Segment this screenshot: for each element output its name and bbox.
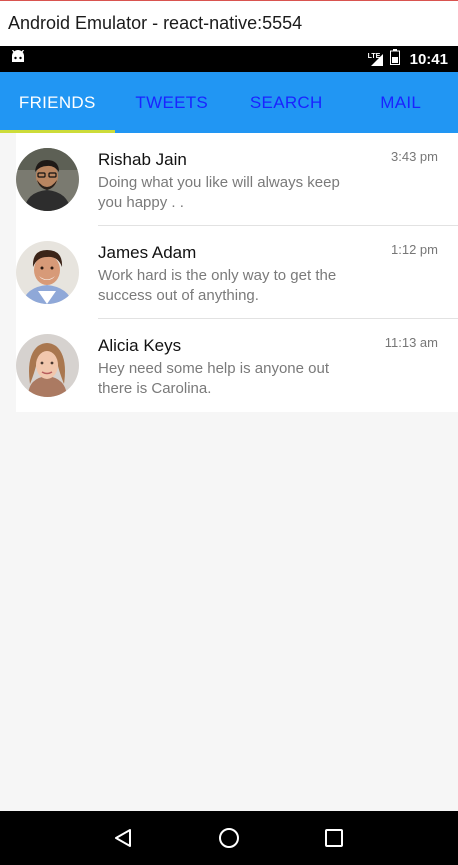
friend-name: James Adam xyxy=(98,243,197,262)
friends-content: Rishab Jain Doing what you like will alw… xyxy=(0,133,458,811)
message-time: 1:12 pm xyxy=(391,242,438,257)
battery-icon xyxy=(389,48,400,70)
signal-icon: LTE xyxy=(368,51,384,67)
avatar xyxy=(16,148,79,211)
list-item[interactable]: James Adam Work hard is the only way to … xyxy=(16,226,458,319)
window-title: Android Emulator - react-native:5554 xyxy=(8,13,303,33)
android-debug-icon xyxy=(10,49,26,69)
friend-message: Doing what you like will always keep you… xyxy=(98,174,340,211)
list-item[interactable]: Rishab Jain Doing what you like will alw… xyxy=(16,133,458,226)
status-time: 10:41 xyxy=(409,50,448,68)
recents-icon[interactable] xyxy=(314,818,354,858)
back-icon[interactable] xyxy=(104,818,144,858)
navigation-bar xyxy=(0,811,458,865)
tab-mail[interactable]: MAIL xyxy=(344,72,458,133)
list-item-text: James Adam Work hard is the only way to … xyxy=(98,226,458,319)
home-icon[interactable] xyxy=(209,818,249,858)
tab-bar: FRIENDS TWEETS SEARCH MAIL xyxy=(0,72,458,133)
friends-list: Rishab Jain Doing what you like will alw… xyxy=(16,133,458,412)
message-time: 11:13 am xyxy=(384,335,438,350)
list-item-text: Rishab Jain Doing what you like will alw… xyxy=(98,133,458,226)
message-time: 3:43 pm xyxy=(391,149,438,164)
avatar xyxy=(16,241,79,304)
tab-search[interactable]: SEARCH xyxy=(229,72,344,133)
list-item-text: Alicia Keys Hey need some help is anyone… xyxy=(98,319,458,412)
friend-name: Alicia Keys xyxy=(98,336,182,355)
window-titlebar: Android Emulator - react-native:5554 xyxy=(0,0,458,46)
friend-message: Work hard is the only way to get the suc… xyxy=(98,267,337,304)
friend-message: Hey need some help is anyone out there i… xyxy=(98,360,329,397)
tab-tweets[interactable]: TWEETS xyxy=(115,72,230,133)
avatar xyxy=(16,334,79,397)
tab-friends[interactable]: FRIENDS xyxy=(0,72,115,133)
friend-name: Rishab Jain xyxy=(98,150,187,169)
status-bar: LTE 10:41 xyxy=(0,46,458,72)
list-item[interactable]: Alicia Keys Hey need some help is anyone… xyxy=(16,319,458,412)
